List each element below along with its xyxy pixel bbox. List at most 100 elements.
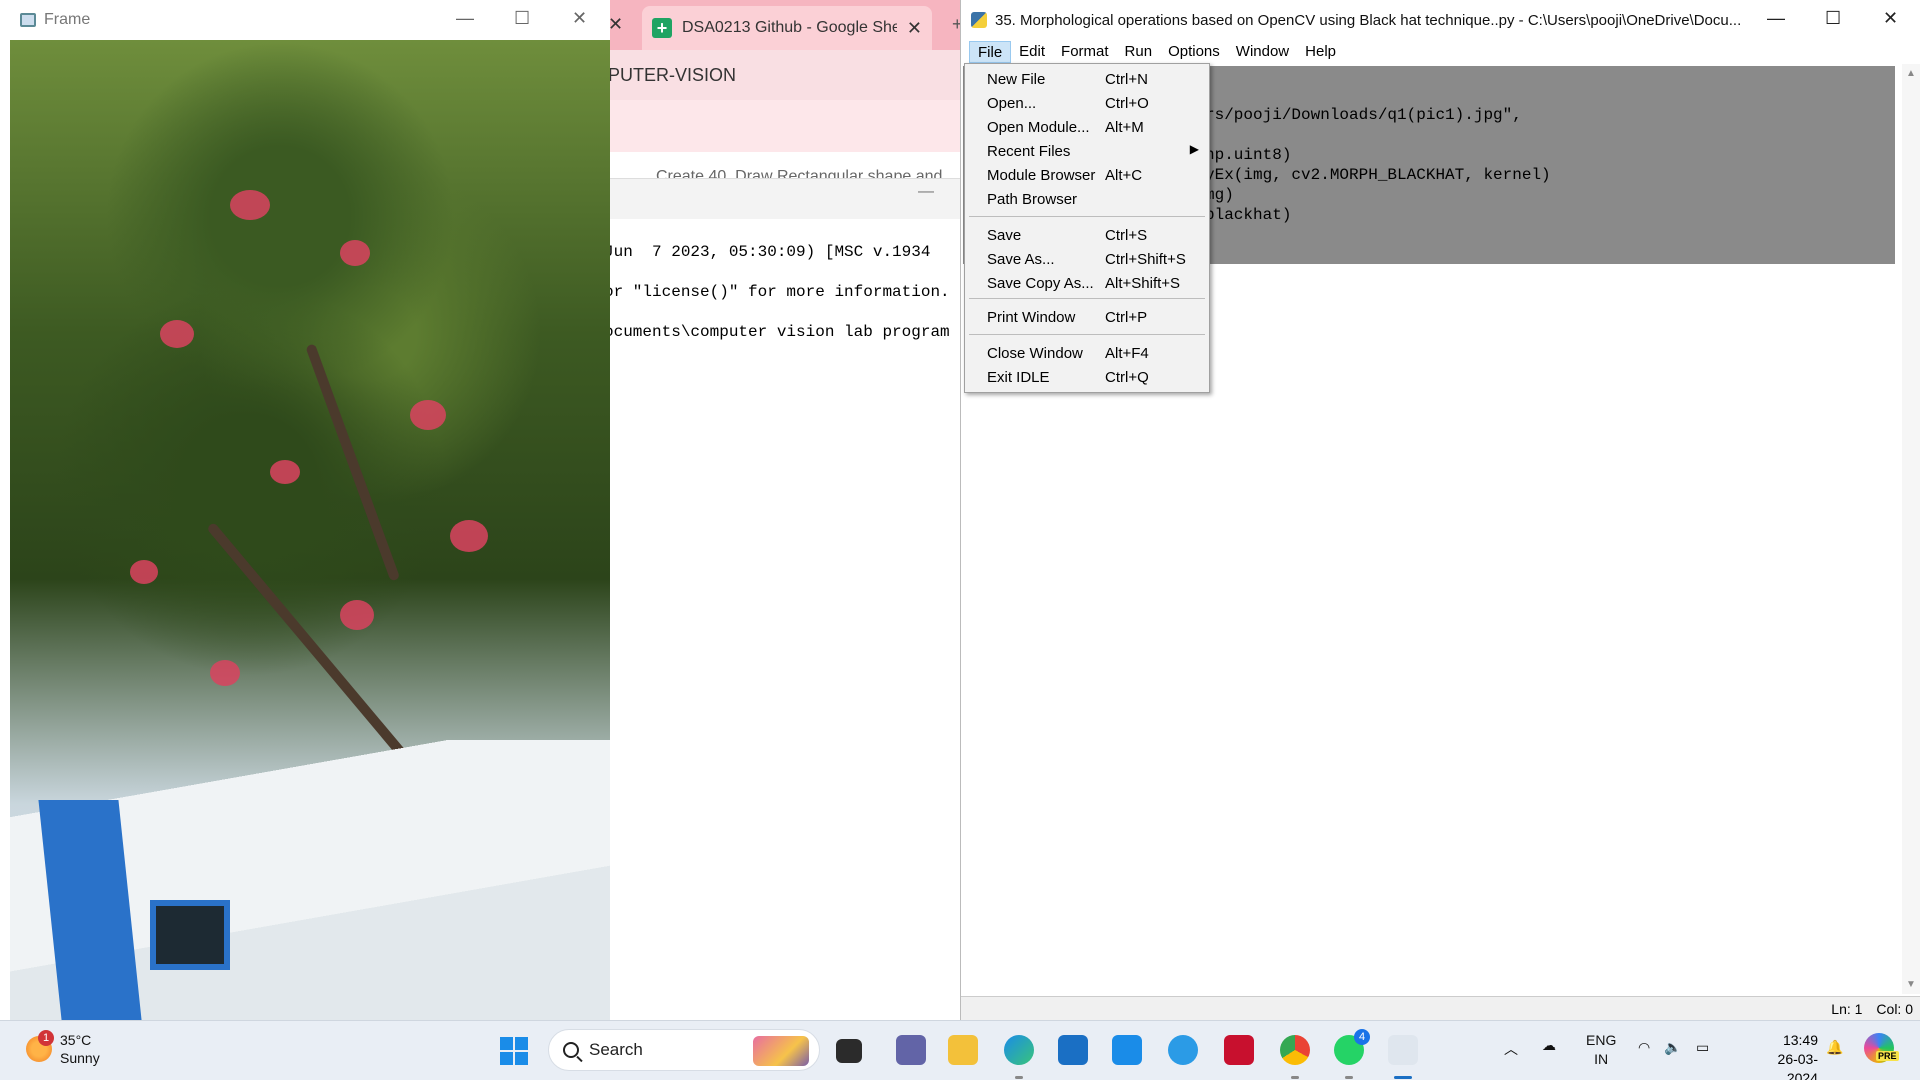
file-explorer-icon[interactable] xyxy=(948,1035,978,1065)
notification-badge: 4 xyxy=(1354,1029,1370,1045)
scroll-up-icon[interactable]: ▲ xyxy=(1906,68,1916,79)
python-file-icon xyxy=(971,12,987,28)
minimize-icon[interactable]: — xyxy=(456,8,474,29)
shell-line: Jun 7 2023, 05:30:09) [MSC v.1934 xyxy=(604,243,931,261)
volume-icon[interactable]: 🔈 xyxy=(1664,1039,1681,1056)
preview-badge: PRE xyxy=(1876,1051,1899,1061)
scroll-down-icon[interactable]: ▼ xyxy=(1906,979,1916,990)
status-line: Ln: 1 xyxy=(1831,1000,1863,1017)
running-indicator xyxy=(1015,1076,1023,1079)
close-icon[interactable]: ✕ xyxy=(1883,8,1898,29)
frame-app-icon xyxy=(20,13,36,27)
menu-run[interactable]: Run xyxy=(1117,41,1161,63)
browser-tab-title: DSA0213 Github - Google Shee xyxy=(682,19,897,36)
menu-item-path-browser[interactable]: Path Browser xyxy=(967,188,1207,212)
weather-widget[interactable]: 1 35°C Sunny xyxy=(26,1030,100,1067)
notification-badge: 1 xyxy=(38,1030,54,1046)
menu-options[interactable]: Options xyxy=(1160,41,1228,63)
editor-menubar: File Edit Format Run Options Window Help xyxy=(961,40,1920,64)
menu-separator xyxy=(969,334,1205,335)
menu-item-save[interactable]: Save Ctrl+S xyxy=(967,224,1207,248)
sun-icon: 1 xyxy=(26,1030,54,1062)
menu-window[interactable]: Window xyxy=(1228,41,1297,63)
onedrive-icon[interactable]: ☁ xyxy=(1542,1037,1556,1054)
maximize-icon[interactable]: ☐ xyxy=(514,8,530,29)
microsoft-store-icon[interactable] xyxy=(1058,1035,1088,1065)
menu-item-new-file[interactable]: New File Ctrl+N xyxy=(967,68,1207,92)
menu-item-module-browser[interactable]: Module Browser Alt+C xyxy=(967,164,1207,188)
weather-temperature: 35°C xyxy=(60,1032,92,1048)
running-indicator xyxy=(1345,1076,1353,1079)
menu-format[interactable]: Format xyxy=(1053,41,1117,63)
file-menu-dropdown: New File Ctrl+N Open... Ctrl+O Open Module… xyxy=(964,63,1210,393)
menu-item-save-as[interactable]: Save As... Ctrl+Shift+S xyxy=(967,248,1207,272)
menu-separator xyxy=(969,216,1205,217)
close-tab-icon[interactable]: ✕ xyxy=(907,18,922,39)
notification-bell-icon[interactable]: 🔔 xyxy=(1826,1039,1843,1056)
battery-icon[interactable]: ▭ xyxy=(1696,1039,1709,1056)
menu-separator xyxy=(969,298,1205,299)
wifi-icon[interactable]: ◠ xyxy=(1638,1039,1650,1056)
weather-condition: Sunny xyxy=(60,1050,100,1066)
browser-toolbar-text: PUTER-VISION xyxy=(608,64,737,85)
minimize-icon[interactable]: — xyxy=(1767,8,1785,29)
status-col: Col: 0 xyxy=(1876,1000,1913,1017)
shell-title-bar: — xyxy=(600,179,960,219)
menu-item-close-window[interactable]: Close Window Alt+F4 xyxy=(967,342,1207,366)
menu-file[interactable]: File xyxy=(969,41,1012,63)
menu-item-save-copy-as[interactable]: Save Copy As... Alt+Shift+S xyxy=(967,272,1207,296)
menu-item-print-window[interactable]: Print Window Ctrl+P xyxy=(967,306,1207,330)
browser-tab[interactable]: + DSA0213 Github - Google Shee ✕ xyxy=(642,6,932,50)
frame-title: Frame xyxy=(44,11,91,28)
menu-item-open[interactable]: Open... Ctrl+O xyxy=(967,92,1207,116)
code-line: rs/pooji/Downloads/q1(pic1).jpg", xyxy=(1205,106,1522,124)
code-line: np.uint8) xyxy=(1205,146,1292,164)
code-line: yEx(img, cv2.MORPH_BLACKHAT, kernel) xyxy=(1205,166,1551,184)
shell-line: or "license()" for more information. xyxy=(604,283,950,301)
clock[interactable]: 13:49 26-03-2024 xyxy=(1774,1031,1818,1080)
code-line: blackhat) xyxy=(1205,206,1292,224)
menu-help[interactable]: Help xyxy=(1297,41,1344,63)
whatsapp-icon[interactable]: 4 xyxy=(1334,1029,1370,1065)
myhp-icon[interactable] xyxy=(1112,1035,1142,1065)
chrome-icon[interactable] xyxy=(1280,1035,1310,1065)
browser-tab-strip: ✕ + DSA0213 Github - Google Shee ✕ + xyxy=(600,0,963,50)
browser-content-banner xyxy=(600,100,960,152)
google-sheets-icon: + xyxy=(652,18,672,38)
building-window xyxy=(150,900,230,970)
active-indicator xyxy=(1394,1076,1412,1079)
menu-item-recent-files[interactable]: Recent Files ▶ xyxy=(967,140,1207,164)
language-indicator[interactable]: ENG IN xyxy=(1586,1031,1616,1069)
submenu-arrow-icon: ▶ xyxy=(1189,142,1199,156)
browser-toolbar: PUTER-VISION xyxy=(600,50,960,100)
edge-icon[interactable] xyxy=(1004,1035,1034,1065)
search-label: Search xyxy=(589,1040,643,1059)
search-icon xyxy=(563,1042,579,1058)
video-frame-image xyxy=(10,40,610,1020)
running-indicator xyxy=(1291,1076,1299,1079)
python-idle-icon[interactable] xyxy=(1388,1035,1418,1065)
help-icon[interactable] xyxy=(1168,1035,1198,1065)
search-highlight-image xyxy=(753,1036,809,1066)
idle-shell-window: — Jun 7 2023, 05:30:09) [MSC v.1934 or "… xyxy=(600,178,960,1020)
menu-item-exit-idle[interactable]: Exit IDLE Ctrl+Q xyxy=(967,366,1207,390)
teams-icon[interactable] xyxy=(896,1035,926,1065)
start-button[interactable] xyxy=(500,1037,528,1065)
copilot-icon[interactable]: PRE xyxy=(1864,1033,1899,1063)
task-view-icon[interactable] xyxy=(836,1039,862,1063)
frame-window: Frame — ☐ ✕ xyxy=(0,0,610,1020)
close-tab-icon[interactable]: ✕ xyxy=(608,14,623,35)
taskbar-search[interactable]: Search xyxy=(548,1029,820,1071)
editor-status-bar: Ln: 1 Col: 0 xyxy=(961,996,1920,1020)
shell-line: ocuments\computer vision lab program xyxy=(604,323,950,341)
chevron-up-icon[interactable]: ︿ xyxy=(1504,1039,1518,1059)
close-icon[interactable]: ✕ xyxy=(572,8,587,29)
minimize-icon[interactable]: — xyxy=(918,183,934,201)
mcafee-icon[interactable] xyxy=(1224,1035,1254,1065)
taskbar: 1 35°C Sunny Search 4 ︿ ☁ ENG IN ◠ 🔈 ▭ 1… xyxy=(0,1020,1920,1080)
editor-title: 35. Morphological operations based on Op… xyxy=(995,11,1742,29)
maximize-icon[interactable]: ☐ xyxy=(1825,8,1841,29)
menu-item-open-module[interactable]: Open Module... Alt+M xyxy=(967,116,1207,140)
vertical-scrollbar[interactable]: ▲ ▼ xyxy=(1902,64,1920,994)
menu-edit[interactable]: Edit xyxy=(1011,41,1053,63)
